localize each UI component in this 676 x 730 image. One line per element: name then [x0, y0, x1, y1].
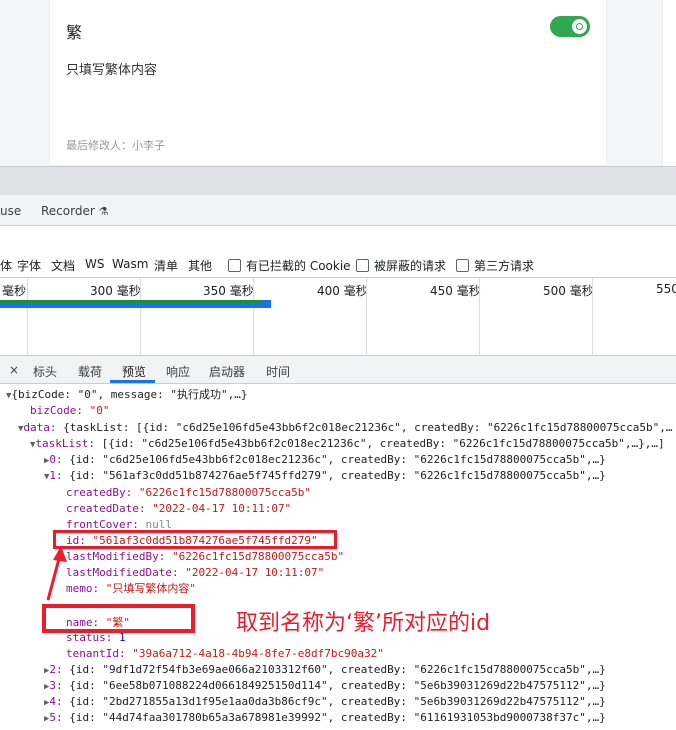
annotation-arrow-line — [46, 554, 62, 601]
annotation-arrow-head — [53, 546, 67, 562]
annotation-note: 取到名称为‘繁’所对应的id — [236, 611, 491, 636]
